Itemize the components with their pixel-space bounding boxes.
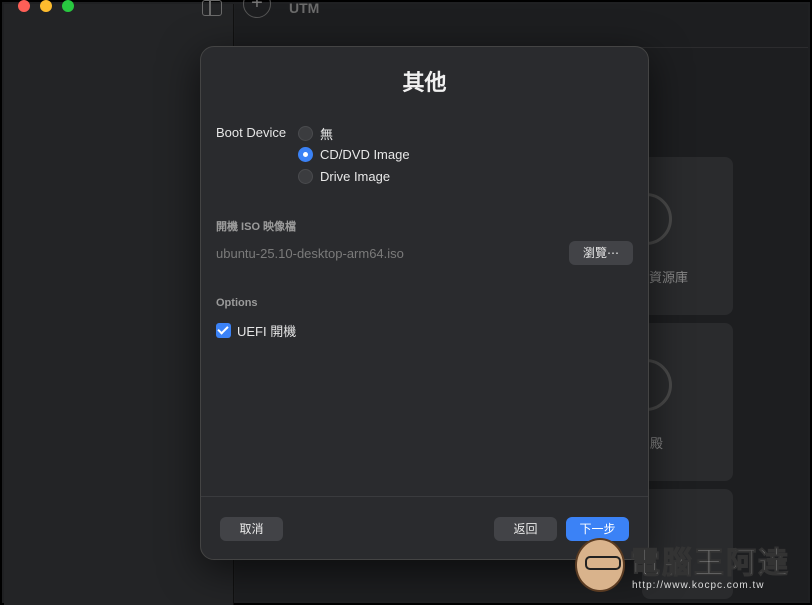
window-controls [18, 0, 74, 12]
back-button[interactable]: 返回 [494, 517, 557, 541]
boot-option-none[interactable]: 無 [298, 124, 333, 143]
watermark-logo: 電腦王阿達 http://www.kocpc.com.tw [575, 530, 810, 600]
cancel-button[interactable]: 取消 [220, 517, 283, 541]
watermark-text: 電腦王阿達 [630, 546, 790, 582]
boot-option-drive[interactable]: Drive Image [298, 169, 390, 184]
settings-card-label: 殿 [650, 436, 664, 451]
watermark-url: http://www.kocpc.com.tw [632, 580, 765, 591]
uefi-label: UEFI 開機 [237, 324, 297, 339]
boot-option-drive-label: Drive Image [320, 169, 391, 184]
add-vm-button[interactable]: + [243, 0, 271, 18]
footer-divider [201, 496, 648, 497]
toolbar: + UTM [235, 0, 808, 48]
radio-drive[interactable] [298, 169, 313, 184]
settings-card[interactable]: 殿 [620, 323, 733, 481]
browse-button[interactable]: 瀏覽⋯ [569, 241, 633, 265]
uefi-boot-option[interactable]: UEFI 開機 [216, 321, 296, 340]
boot-option-none-label: 無 [320, 127, 334, 142]
boot-option-cd-dvd-label: CD/DVD Image [320, 147, 410, 162]
gallery-card[interactable]: | 資源庫 [620, 157, 733, 315]
iso-section-label: 開機 ISO 映像檔 [216, 221, 297, 233]
radio-none[interactable] [298, 126, 313, 141]
maximize-window-button[interactable] [62, 0, 74, 12]
dialog-title: 其他 [402, 70, 447, 95]
uefi-checkbox[interactable] [216, 323, 231, 338]
app-title: UTM [289, 0, 320, 16]
radio-cd-dvd[interactable] [298, 147, 313, 162]
new-vm-dialog: 其他 Boot Device 無 CD/DVD Image Drive Imag… [200, 46, 649, 560]
iso-path-field: ubuntu-25.10-desktop-arm64.iso [216, 246, 404, 261]
boot-device-label: Boot Device [216, 125, 287, 140]
options-section-label: Options [216, 297, 258, 309]
minimize-window-button[interactable] [40, 0, 52, 12]
mascot-icon [575, 538, 625, 592]
sidebar-toggle-icon[interactable] [202, 0, 222, 16]
boot-option-cd-dvd[interactable]: CD/DVD Image [298, 147, 410, 162]
close-window-button[interactable] [18, 0, 30, 12]
